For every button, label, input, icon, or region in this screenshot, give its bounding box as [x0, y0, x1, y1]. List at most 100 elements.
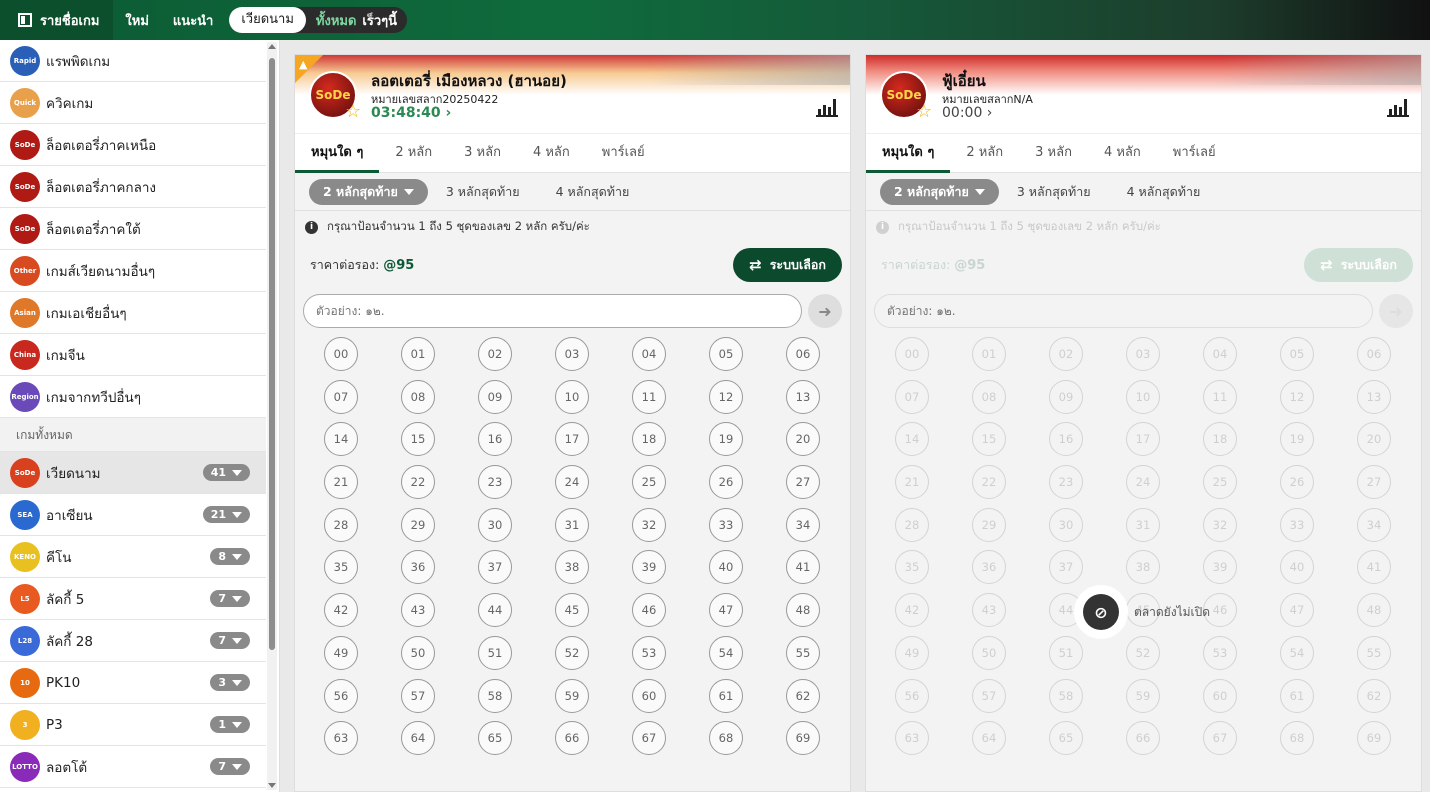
scroll-up-icon[interactable] — [268, 44, 276, 49]
tab-2-digit[interactable]: 2 หลัก — [950, 133, 1019, 173]
tab-4-digit[interactable]: 4 หลัก — [1088, 133, 1157, 173]
number-ball[interactable]: 68 — [709, 721, 743, 756]
number-ball[interactable]: 15 — [401, 422, 435, 457]
number-ball[interactable]: 09 — [478, 379, 512, 414]
number-ball[interactable]: 22 — [401, 465, 435, 500]
number-ball[interactable]: 34 — [786, 507, 820, 542]
number-ball[interactable]: 65 — [478, 721, 512, 756]
tab-any[interactable]: หมุนใด ๆ — [866, 133, 951, 173]
number-ball[interactable]: 52 — [555, 635, 589, 670]
number-ball[interactable]: 67 — [632, 721, 666, 756]
number-ball[interactable]: 48 — [786, 593, 820, 628]
number-ball[interactable]: 05 — [709, 337, 743, 371]
number-ball[interactable]: 19 — [709, 422, 743, 457]
number-ball[interactable]: 18 — [632, 422, 666, 457]
subtab-last-4-digits[interactable]: 4 หลักสุดท้าย — [1127, 182, 1201, 202]
number-ball[interactable]: 63 — [324, 721, 358, 756]
tab-parlay[interactable]: พาร์เลย์ — [1157, 133, 1232, 173]
number-ball[interactable]: 47 — [709, 593, 743, 628]
number-ball[interactable]: 69 — [786, 721, 820, 756]
number-ball[interactable]: 49 — [324, 635, 358, 670]
subtab-last-2-digits[interactable]: 2 หลักสุดท้าย — [880, 178, 999, 205]
number-ball[interactable]: 06 — [786, 337, 820, 371]
number-ball[interactable]: 04 — [632, 337, 666, 371]
subtab-last-3-digits[interactable]: 3 หลักสุดท้าย — [1017, 182, 1091, 202]
number-ball[interactable]: 00 — [324, 337, 358, 371]
subtab-last-4-digits[interactable]: 4 หลักสุดท้าย — [556, 182, 630, 202]
number-ball[interactable]: 21 — [324, 465, 358, 500]
tab-parlay[interactable]: พาร์เลย์ — [586, 133, 661, 173]
number-ball[interactable]: 57 — [401, 678, 435, 713]
number-ball[interactable]: 40 — [709, 550, 743, 585]
number-ball[interactable]: 55 — [786, 635, 820, 670]
number-ball[interactable]: 33 — [709, 507, 743, 542]
number-ball[interactable]: 02 — [478, 337, 512, 371]
number-ball[interactable]: 59 — [555, 678, 589, 713]
number-ball[interactable]: 28 — [324, 507, 358, 542]
sidebar-group[interactable]: KENO คีโน 8 — [0, 536, 266, 578]
tab-2-digit[interactable]: 2 หลัก — [379, 133, 448, 173]
filter-vietnam[interactable]: เวียดนาม — [229, 7, 306, 33]
number-ball[interactable]: 38 — [555, 550, 589, 585]
tab-3-digit[interactable]: 3 หลัก — [448, 133, 517, 173]
number-ball[interactable]: 64 — [401, 721, 435, 756]
number-ball[interactable]: 32 — [632, 507, 666, 542]
sidebar-group[interactable]: SoDe เวียดนาม 41 — [0, 452, 266, 494]
number-ball[interactable]: 56 — [324, 678, 358, 713]
statistics-chart-icon[interactable] — [816, 97, 838, 117]
number-ball[interactable]: 23 — [478, 465, 512, 500]
group-count-badge[interactable]: 7 — [210, 590, 250, 607]
number-ball[interactable]: 46 — [632, 593, 666, 628]
filter-coming-soon[interactable]: เร็วๆนี้ — [360, 10, 407, 31]
number-ball[interactable]: 07 — [324, 379, 358, 414]
sidebar-group[interactable]: L5 ลัคกี้ 5 7 — [0, 578, 266, 620]
countdown-timer[interactable]: 03:48:40 › — [371, 105, 451, 121]
number-ball[interactable]: 39 — [632, 550, 666, 585]
number-ball[interactable]: 12 — [709, 379, 743, 414]
group-count-badge[interactable]: 8 — [210, 548, 250, 565]
number-ball[interactable]: 53 — [632, 635, 666, 670]
submit-arrow-icon[interactable]: ➜ — [808, 294, 842, 328]
number-ball[interactable]: 10 — [555, 379, 589, 414]
filter-all[interactable]: ทั้งหมด — [306, 10, 361, 31]
subtab-last-2-digits[interactable]: 2 หลักสุดท้าย — [309, 178, 428, 205]
number-ball[interactable]: 50 — [401, 635, 435, 670]
number-ball[interactable]: 17 — [555, 422, 589, 457]
tab-recommended[interactable]: แนะนำ — [161, 10, 225, 31]
group-count-badge[interactable]: 21 — [202, 506, 250, 523]
group-count-badge[interactable]: 1 — [210, 716, 250, 733]
sidebar-item[interactable]: China เกมจีน — [0, 334, 266, 376]
number-input[interactable] — [303, 294, 802, 328]
number-ball[interactable]: 03 — [555, 337, 589, 371]
number-ball[interactable]: 29 — [401, 507, 435, 542]
number-ball[interactable]: 60 — [632, 678, 666, 713]
scroll-thumb[interactable] — [269, 58, 275, 650]
subtab-last-3-digits[interactable]: 3 หลักสุดท้าย — [446, 182, 520, 202]
number-ball[interactable]: 01 — [401, 337, 435, 371]
number-ball[interactable]: 08 — [401, 379, 435, 414]
random-pick-button[interactable]: ⇄ ระบบเลือก — [733, 248, 842, 282]
statistics-chart-icon[interactable] — [1387, 97, 1409, 117]
tab-any[interactable]: หมุนใด ๆ — [295, 133, 380, 173]
number-ball[interactable]: 36 — [401, 550, 435, 585]
number-ball[interactable]: 13 — [786, 379, 820, 414]
number-ball[interactable]: 41 — [786, 550, 820, 585]
number-ball[interactable]: 27 — [786, 465, 820, 500]
group-count-badge[interactable]: 3 — [210, 674, 250, 691]
sidebar-item[interactable]: Rapid แรพพิดเกม — [0, 40, 266, 82]
tab-new[interactable]: ใหม่ — [113, 10, 161, 31]
sidebar-item[interactable]: SoDe ล็อตเตอรี่ภาคเหนือ — [0, 124, 266, 166]
number-ball[interactable]: 30 — [478, 507, 512, 542]
sidebar-item[interactable]: Region เกมจากทวีปอื่นๆ — [0, 376, 266, 418]
number-ball[interactable]: 26 — [709, 465, 743, 500]
sidebar-item[interactable]: SoDe ล็อตเตอรี่ภาคกลาง — [0, 166, 266, 208]
sidebar-item[interactable]: Other เกมส์เวียดนามอื่นๆ — [0, 250, 266, 292]
countdown-timer[interactable]: 00:00 › — [942, 105, 992, 121]
number-ball[interactable]: 24 — [555, 465, 589, 500]
sidebar-item[interactable]: SoDe ล็อตเตอรี่ภาคใต้ — [0, 208, 266, 250]
number-ball[interactable]: 61 — [709, 678, 743, 713]
sidebar-group[interactable]: 10 PK10 3 — [0, 662, 266, 704]
group-count-badge[interactable]: 7 — [210, 632, 250, 649]
number-ball[interactable]: 44 — [478, 593, 512, 628]
game-list-menu-button[interactable]: รายชื่อเกม — [0, 0, 114, 40]
